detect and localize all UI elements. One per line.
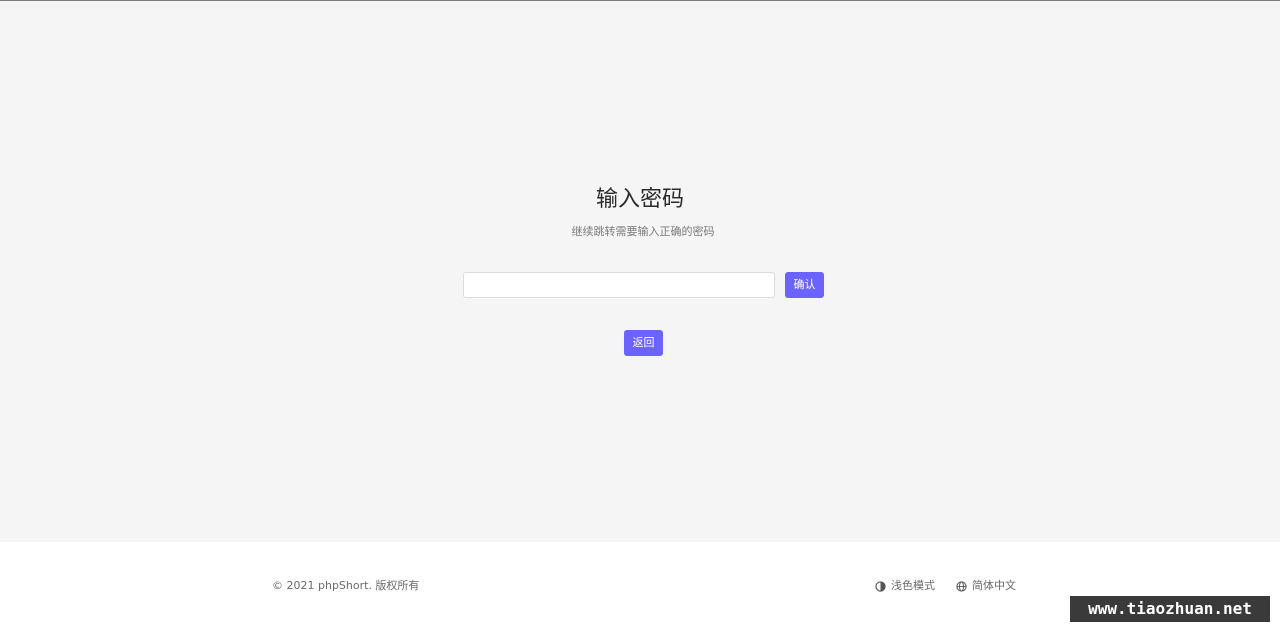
confirm-button[interactable]: 确认 [785, 272, 824, 298]
theme-toggle[interactable]: 浅色模式 [875, 578, 935, 594]
main-content: 输入密码 继续跳转需要输入正确的密码 确认 返回 [0, 1, 1280, 542]
back-button[interactable]: 返回 [624, 330, 663, 356]
page-title: 输入密码 [595, 187, 684, 212]
globe-icon [956, 580, 967, 592]
language-selector[interactable]: 简体中文 [956, 578, 1016, 594]
copyright-text: © 2021 phpShort. 版权所有 [272, 579, 420, 592]
contrast-icon [875, 580, 886, 592]
theme-label: 浅色模式 [891, 579, 935, 592]
site-watermark: www.tiaozhuan.net [1070, 596, 1270, 622]
password-input[interactable] [463, 272, 775, 298]
page-subtitle: 继续跳转需要输入正确的密码 [571, 225, 715, 238]
language-label: 简体中文 [972, 579, 1016, 592]
